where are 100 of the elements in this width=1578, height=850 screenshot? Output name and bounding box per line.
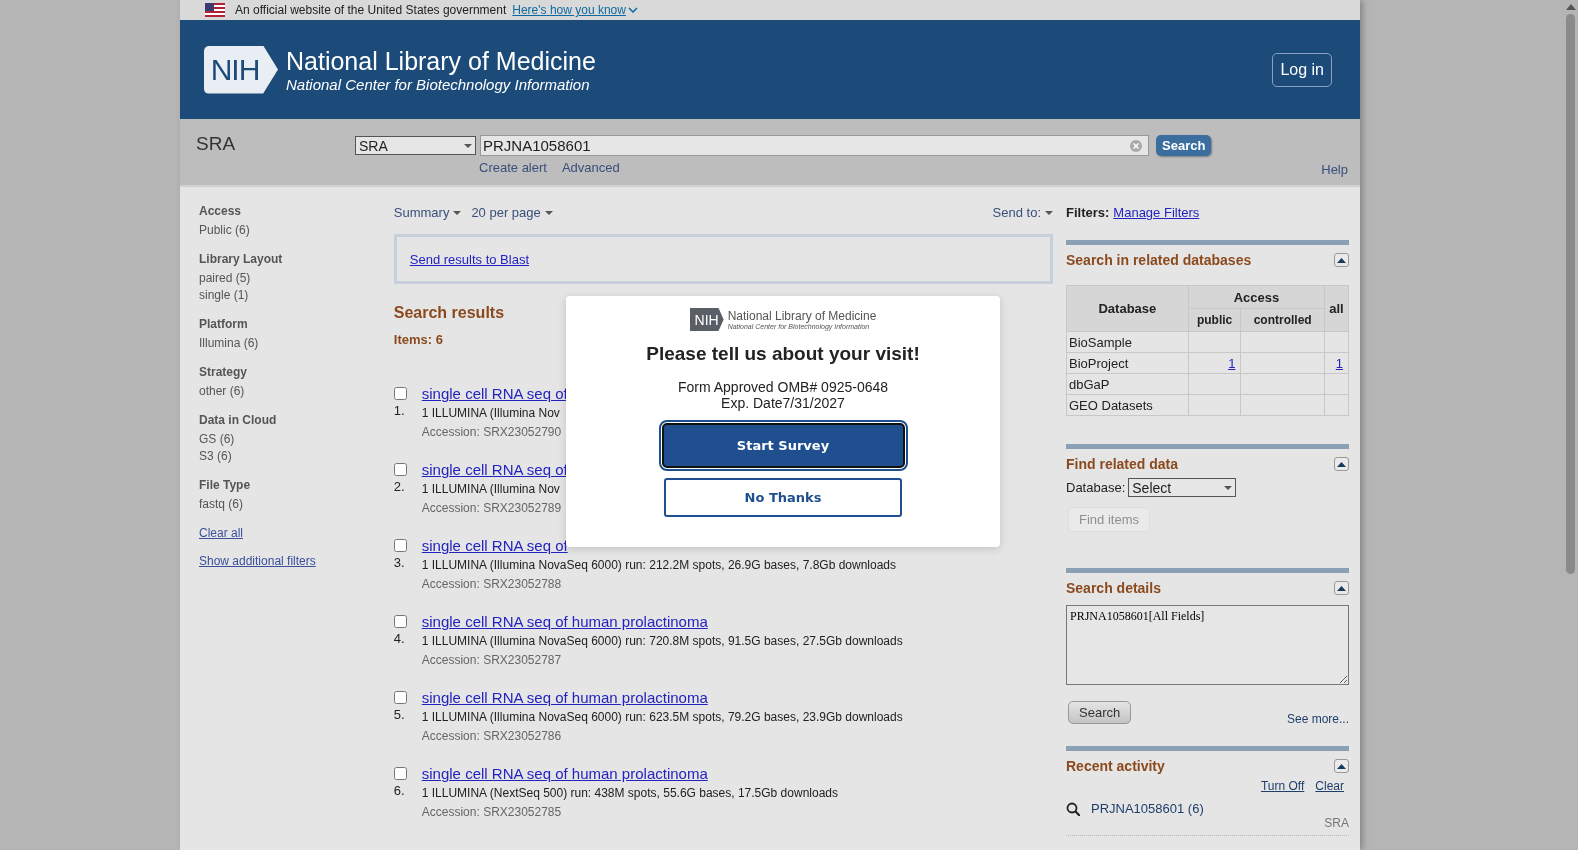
caret-icon (544, 210, 553, 215)
result-details: 1 ILLUMINA (Illumina NovaSeq 6000) run: 623.5M spots, 79.2G bases, 23.9Gb downloads (421, 710, 903, 724)
database-label: SRA (196, 132, 237, 156)
result-checkbox[interactable] (393, 539, 407, 552)
result-checkbox[interactable] (393, 463, 407, 476)
column-header: all (1324, 285, 1349, 332)
activity-link[interactable]: Turn Off (1260, 779, 1305, 793)
search-button[interactable]: Search (1068, 700, 1132, 724)
search-button[interactable]: Search (1156, 135, 1212, 156)
facet-link[interactable]: Clear all (199, 526, 243, 540)
per-page-menu[interactable]: 20 per page (471, 205, 553, 220)
item-count: Items: 6 (393, 332, 443, 347)
result-number: 1. (393, 403, 405, 418)
table-cell: BioSample (1066, 331, 1189, 353)
search-icon (1066, 801, 1080, 816)
facet-heading: Data in Cloud (199, 413, 278, 427)
display-format-menu[interactable]: Summary (393, 205, 462, 220)
flag-icon (205, 3, 225, 17)
result-accession: Accession: SRX23052786 (421, 729, 563, 743)
caret-icon (453, 210, 462, 215)
start-survey-button[interactable]: Start Survey (661, 423, 905, 468)
collapse-button[interactable] (1334, 759, 1349, 773)
manage-filters-link[interactable]: Manage Filters (1113, 205, 1200, 220)
site-title: National Library of Medicine (286, 46, 596, 76)
result-details: 1 ILLUMINA (Illumina Nov (421, 406, 561, 420)
send-to-menu[interactable]: Send to: (992, 205, 1053, 220)
form-approval-text: Form Approved OMB# 0925-0648 (677, 379, 889, 395)
result-accession: Accession: SRX23052787 (421, 653, 563, 667)
facet-option[interactable]: GS (6) (199, 431, 394, 448)
result-accession: Accession: SRX23052790 (421, 425, 563, 439)
dialog-heading: Please tell us about your visit! (646, 343, 920, 365)
table-cell: GEO Datasets (1066, 394, 1189, 416)
result-checkbox[interactable] (393, 767, 407, 780)
recent-search-database: SRA (1323, 816, 1349, 830)
result-accession: Accession: SRX23052789 (421, 501, 563, 515)
query-details-field[interactable]: PRJNA1058601[All Fields] (1066, 605, 1349, 685)
filters-label: Filters: (1066, 205, 1110, 220)
database-label: Database: (1066, 480, 1126, 495)
chevron-down-icon (627, 7, 638, 13)
panel-heading: Find related data (1066, 456, 1179, 472)
facet-option[interactable]: paired (5) (199, 270, 394, 287)
result-number: 3. (393, 555, 405, 570)
result-checkbox[interactable] (393, 615, 407, 628)
find-items-button: Find items (1068, 507, 1150, 532)
gov-info-link[interactable]: Here's how you know (512, 3, 638, 17)
result-checkbox[interactable] (393, 691, 407, 704)
database-select[interactable]: SRA (355, 136, 476, 155)
panel-heading: Search details (1066, 580, 1161, 596)
caret-icon (464, 143, 472, 148)
activity-link[interactable]: Clear (1315, 779, 1344, 793)
facet-heading: File Type (199, 478, 252, 492)
blast-link[interactable]: Send results to Blast (409, 251, 529, 267)
search-field[interactable]: PRJNA1058601 (480, 135, 1149, 156)
result-number: 5. (393, 707, 405, 722)
login-button[interactable]: Log in (1272, 52, 1332, 87)
result-number: 4. (393, 631, 405, 646)
column-header: Access (1188, 285, 1325, 309)
nih-logo: NIH (689, 308, 724, 331)
clear-icon (1129, 138, 1143, 153)
gov-banner-text: An official website of the United States government (235, 3, 507, 17)
result-title-link[interactable]: single cell RNA seq of human prolactinoma (421, 689, 708, 706)
site-subtitle: National Center for Biotechnology Information (286, 76, 591, 93)
caret-up-icon (1337, 763, 1346, 769)
caret-icon (1045, 210, 1053, 215)
help-link[interactable]: Help (1321, 162, 1348, 185)
search-option-link[interactable]: Create alert (479, 160, 547, 175)
caret-up-icon (1337, 585, 1346, 591)
facet-heading: Library Layout (199, 252, 284, 266)
result-number: 2. (393, 479, 405, 494)
collapse-button[interactable] (1334, 457, 1349, 471)
caret-up-icon (1337, 461, 1346, 467)
facet-option[interactable]: Illumina (6) (199, 335, 394, 352)
results-heading: Search results (393, 304, 505, 322)
facet-link[interactable]: Show additional filters (199, 554, 316, 568)
search-option-link[interactable]: Advanced (561, 160, 620, 175)
nih-logo[interactable]: NIH (204, 45, 278, 94)
collapse-button[interactable] (1334, 253, 1349, 267)
result-accession: Accession: SRX23052788 (421, 577, 563, 591)
panel-heading: Recent activity (1066, 758, 1165, 774)
facet-option[interactable]: other (6) (199, 383, 394, 400)
see-more-link[interactable]: See more... (1286, 712, 1349, 726)
facet-option[interactable]: single (1) (199, 287, 394, 304)
result-title-link[interactable]: single cell RNA seq of human prolactinoma (421, 613, 708, 630)
count-link[interactable]: 1 (1228, 355, 1236, 371)
collapse-button[interactable] (1334, 581, 1349, 595)
result-checkbox[interactable] (393, 387, 407, 400)
facet-heading: Platform (199, 317, 249, 331)
organization-name: National Library of Medicine (727, 309, 877, 323)
panel-heading: Search in related databases (1066, 252, 1252, 268)
form-approval-text: Exp. Date7/31/2027 (721, 395, 845, 411)
facet-option[interactable]: Public (6) (199, 222, 394, 239)
facet-option[interactable]: S3 (6) (199, 448, 394, 465)
recent-search-link[interactable]: PRJNA1058601 (6) (1091, 801, 1204, 816)
no-thanks-button[interactable]: No Thanks (664, 478, 902, 517)
caret-icon (1224, 485, 1233, 490)
facet-option[interactable]: fastq (6) (199, 496, 394, 513)
result-number: 6. (393, 783, 405, 798)
result-details: 1 ILLUMINA (Illumina NovaSeq 6000) run: 212.2M spots, 26.9G bases, 7.8Gb downloads (421, 558, 897, 572)
result-details: 1 ILLUMINA (Illumina Nov (421, 482, 561, 496)
result-title-link[interactable]: single cell RNA seq of human prolactinoma (421, 765, 708, 782)
